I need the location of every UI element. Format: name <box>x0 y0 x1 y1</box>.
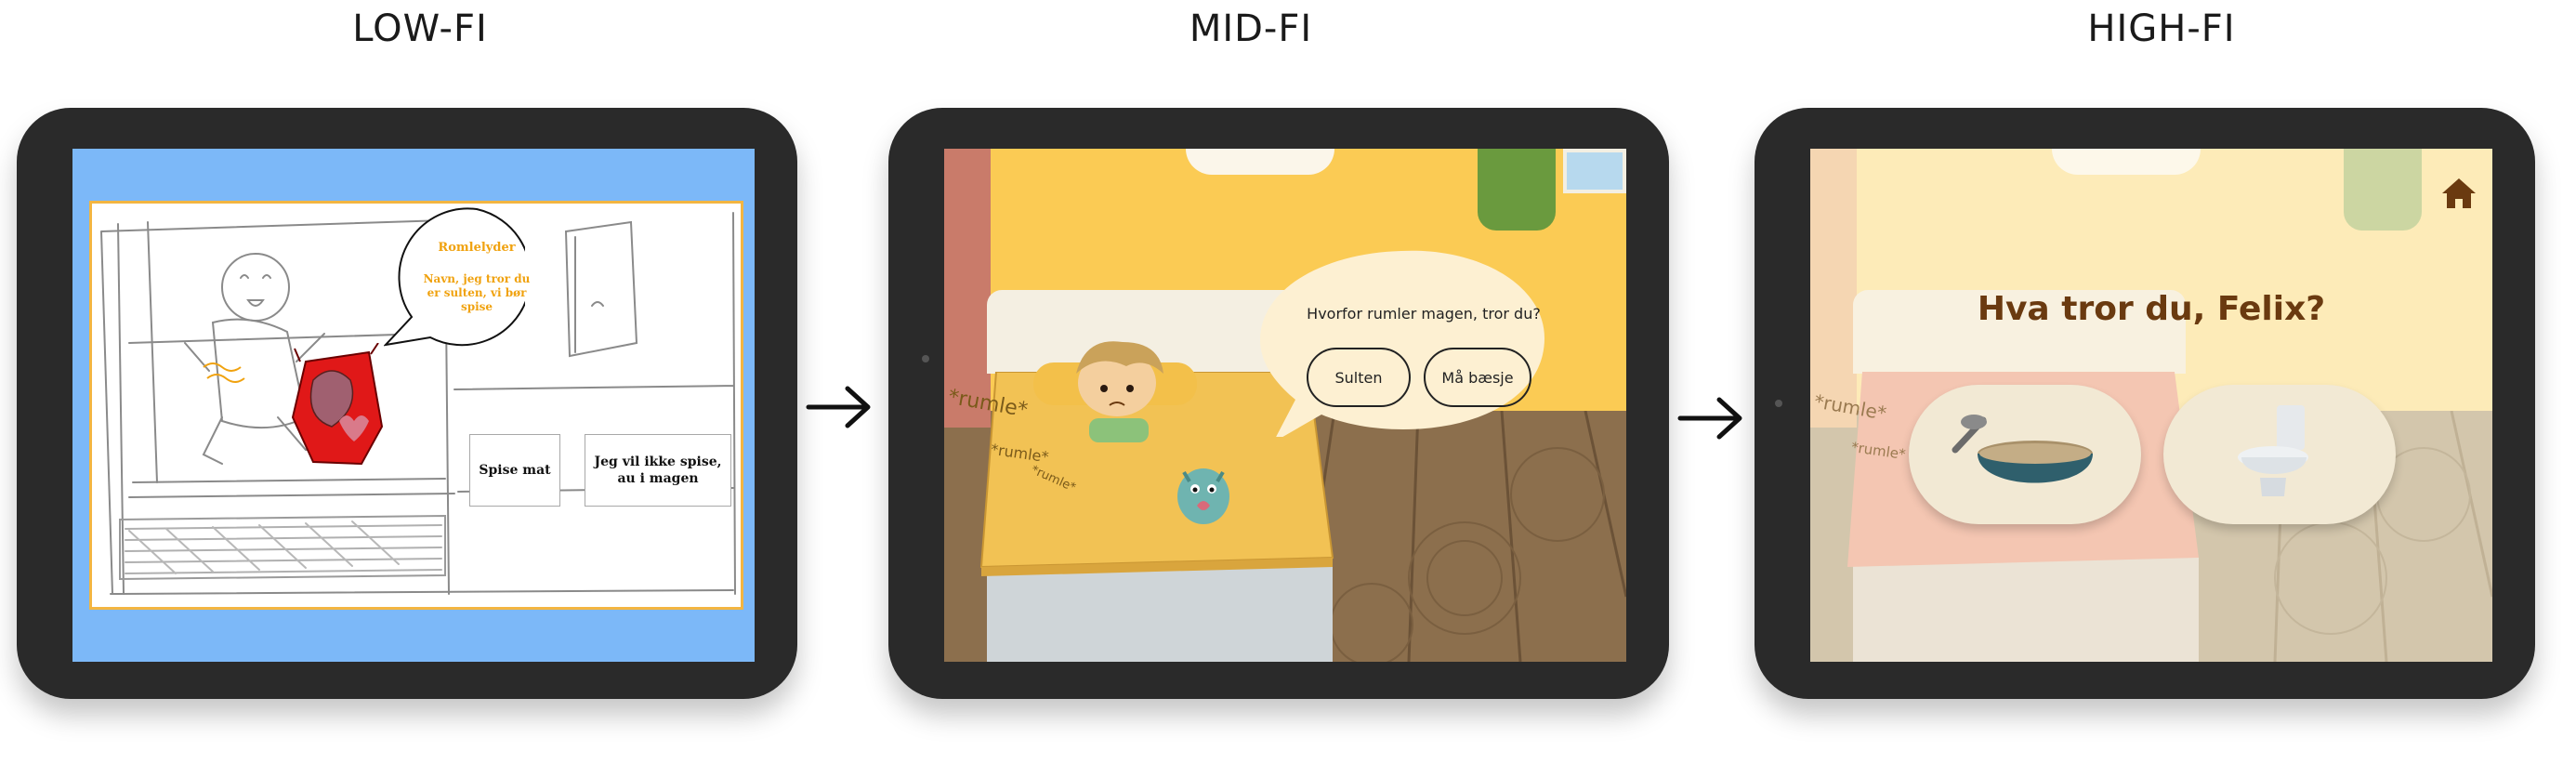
camera-dot <box>1775 400 1782 407</box>
midfi-screen: *rumle* *rumle* *rumle* Hvorfor rumler m… <box>944 149 1626 662</box>
lofi-bubble-text: Navn, jeg tror du er sulten, vi bør spis… <box>423 272 531 313</box>
hifi-question-title: Hva tror du, Felix? <box>1977 290 2326 328</box>
lofi-screen: Romlelyder Navn, jeg tror du er sulten, … <box>72 149 755 662</box>
curtain <box>1478 149 1556 231</box>
arrow-right-icon <box>806 386 871 428</box>
toilet-icon <box>2238 405 2308 496</box>
lofi-bubble-title: Romlelyder <box>438 241 516 255</box>
arrow-right-icon <box>1677 397 1742 440</box>
stomach-monster-sketch <box>291 343 384 466</box>
hifi-tablet: *rumle* *rumle* Hva tror du, Felix? <box>1755 108 2535 699</box>
child-felix <box>1076 341 1163 442</box>
window <box>1563 149 1626 193</box>
home-icon[interactable] <box>2438 175 2479 212</box>
hifi-screen: *rumle* *rumle* Hva tror du, Felix? <box>1810 149 2492 662</box>
food-choice-button[interactable] <box>1909 385 2141 524</box>
midfi-question: Hvorfor rumler magen, tror du? <box>1307 305 1541 323</box>
midfi-stage-title: MID-FI <box>1189 7 1313 50</box>
lofi-speech-bubble: Romlelyder Navn, jeg tror du er sulten, … <box>384 205 547 350</box>
stomach-monster <box>1177 468 1229 524</box>
dont-want-eat-button[interactable]: Jeg vil ikke spise, au i magen <box>585 434 731 507</box>
ceiling-lamp <box>1186 149 1334 175</box>
need-poop-button[interactable]: Må bæsje <box>1424 348 1531 407</box>
toilet-choice-button[interactable] <box>2163 385 2396 524</box>
midfi-tablet: *rumle* *rumle* *rumle* Hvorfor rumler m… <box>888 108 1669 699</box>
eat-food-button[interactable]: Spise mat <box>469 434 560 507</box>
lofi-stage-title: LOW-FI <box>352 7 488 50</box>
camera-dot <box>922 355 929 362</box>
midfi-speech-bubble <box>1260 250 1544 437</box>
lofi-sketch-paper: Romlelyder Navn, jeg tror du er sulten, … <box>89 201 743 610</box>
hifi-stage-title: HIGH-FI <box>2087 7 2236 50</box>
hungry-button[interactable]: Sulten <box>1307 348 1411 407</box>
overlay <box>1810 149 2492 662</box>
lofi-tablet: Romlelyder Navn, jeg tror du er sulten, … <box>17 108 797 699</box>
bowl-icon <box>1952 415 2093 483</box>
